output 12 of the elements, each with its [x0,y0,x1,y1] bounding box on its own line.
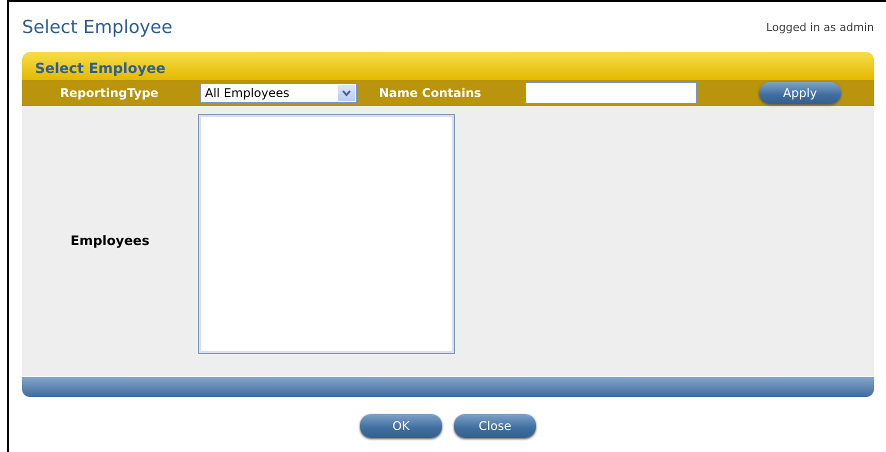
employees-label: Employees [70,234,150,248]
ok-button[interactable]: OK [360,414,442,438]
close-button[interactable]: Close [454,414,536,438]
apply-button[interactable]: Apply [759,82,841,104]
name-contains-label: Name Contains [379,86,482,100]
page-title: Select Employee [22,16,172,38]
panel-title: Select Employee [22,52,874,80]
reporting-type-dropdown[interactable]: All Employees [200,83,357,103]
name-field[interactable] [525,82,697,104]
reporting-type-label: ReportingType [60,86,160,100]
user-status: Logged in as admin [766,20,874,34]
chevron-down-icon [338,85,355,101]
